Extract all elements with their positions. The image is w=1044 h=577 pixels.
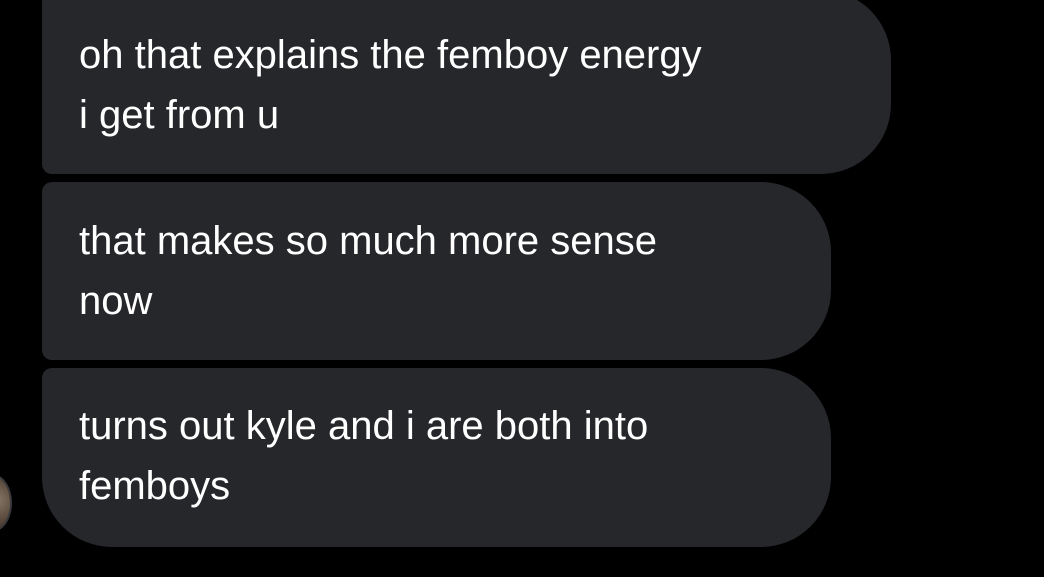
message-bubble[interactable]: turns out kyle and i are both into fembo… — [42, 368, 831, 547]
message-text: that makes so much more sense now — [79, 219, 658, 323]
message-text: oh that explains the femboy energy i get… — [79, 33, 702, 137]
message-thread: oh that explains the femboy energy i get… — [0, 0, 1044, 577]
message-bubble[interactable]: that makes so much more sense now — [42, 182, 831, 360]
message-bubble[interactable]: oh that explains the femboy energy i get… — [42, 0, 891, 174]
message-text: turns out kyle and i are both into fembo… — [79, 404, 649, 508]
sender-avatar[interactable] — [0, 474, 12, 532]
